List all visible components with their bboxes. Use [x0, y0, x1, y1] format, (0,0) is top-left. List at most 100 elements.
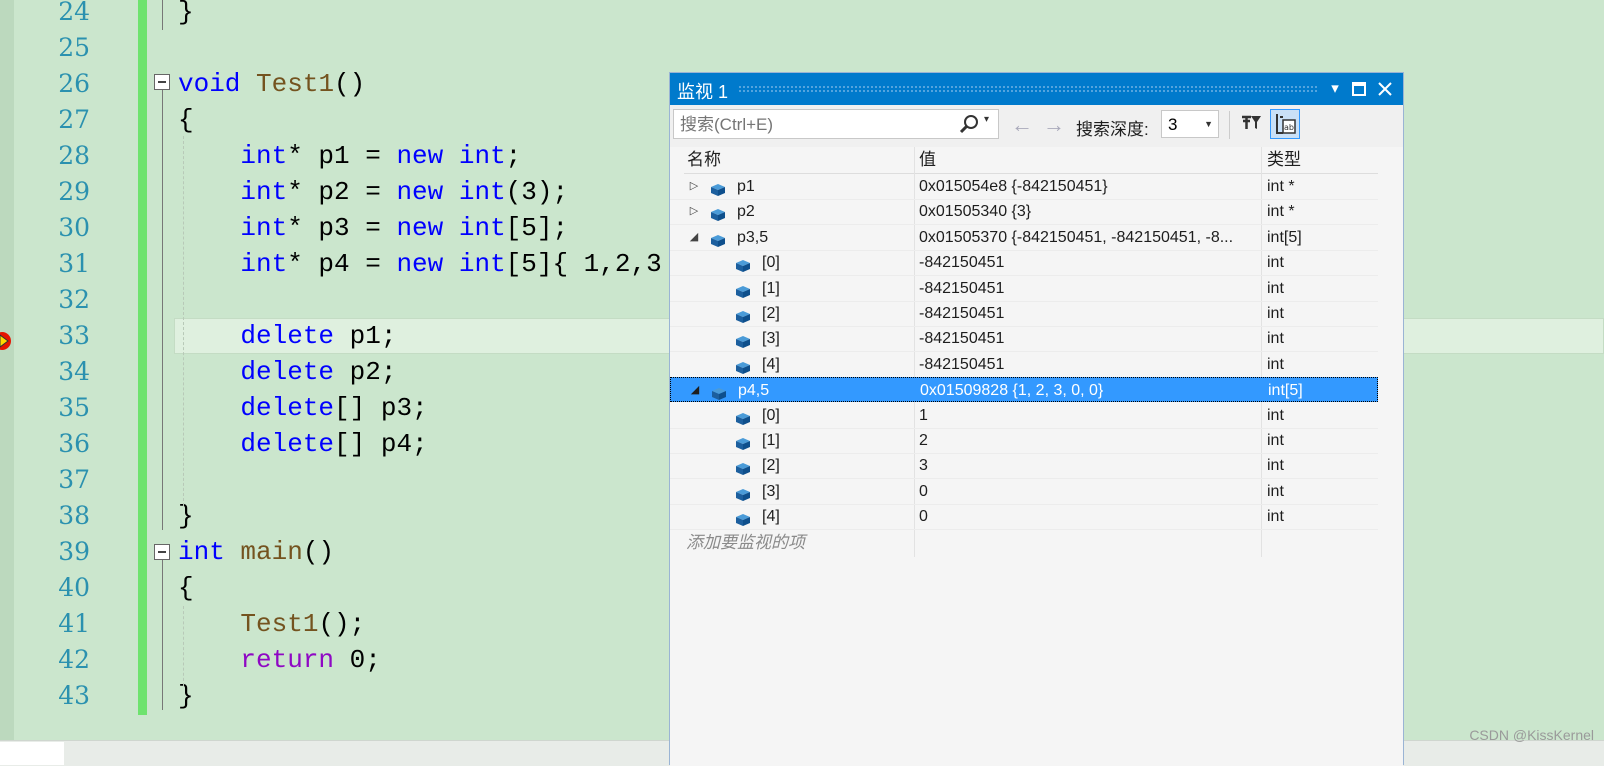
- watch-row[interactable]: [2] -842150451 int: [670, 301, 1378, 327]
- code-token: int: [178, 141, 288, 171]
- line-number: 42: [58, 645, 90, 674]
- view-as-text-icon[interactable]: ab: [1270, 109, 1300, 139]
- code-text: int* p1 = new int;: [178, 138, 521, 174]
- search-box[interactable]: ▾: [673, 109, 999, 139]
- watch-row[interactable]: ▷ p1 0x015054e8 {-842150451} int *: [670, 174, 1378, 200]
- watch-type: int *: [1267, 203, 1295, 221]
- collapse-test1-icon[interactable]: [154, 74, 170, 90]
- line-number: 34: [58, 357, 90, 386]
- watch-name[interactable]: [4]: [762, 504, 780, 529]
- watch-row[interactable]: ◢ p4,5 0x01509828 {1, 2, 3, 0, 0} int[5]: [670, 377, 1378, 403]
- watch-value[interactable]: 0: [919, 504, 1259, 529]
- watch-row[interactable]: [4] 0 int: [670, 504, 1378, 531]
- line-number: 30: [58, 213, 90, 242]
- code-token: int: [458, 213, 506, 243]
- watch-value[interactable]: 3: [919, 453, 1259, 478]
- watch-value[interactable]: 0x015054e8 {-842150451}: [919, 174, 1259, 199]
- watch-name[interactable]: p4,5: [738, 378, 769, 403]
- watch-row[interactable]: [1] -842150451 int: [670, 276, 1378, 302]
- search-input[interactable]: [678, 113, 952, 137]
- search-next-icon[interactable]: →: [1043, 112, 1065, 138]
- code-line[interactable]: 25: [0, 30, 1604, 66]
- watch-name[interactable]: [4]: [762, 352, 780, 377]
- pin-filter-icon[interactable]: [1236, 109, 1266, 139]
- watch-row[interactable]: [3] 0 int: [670, 479, 1378, 505]
- code-token: new: [396, 141, 444, 171]
- watch-value[interactable]: -842150451: [919, 326, 1259, 351]
- watch-value[interactable]: 0x01505370 {-842150451, -842150451, -8..…: [919, 225, 1259, 250]
- watch-value[interactable]: -842150451: [919, 250, 1259, 275]
- watch-row[interactable]: [4] -842150451 int: [670, 352, 1378, 378]
- watch-name[interactable]: p2: [737, 199, 755, 224]
- fold-guide: [162, 560, 163, 710]
- column-header-name[interactable]: 名称: [687, 147, 721, 173]
- watch-type: int: [1267, 254, 1284, 272]
- watch-value[interactable]: -842150451: [919, 301, 1259, 326]
- watch-value[interactable]: -842150451: [919, 276, 1259, 301]
- watch-toolbar: ▾ ← → 搜索深度: 3 ▼ ab: [670, 105, 1403, 147]
- search-depth-select[interactable]: 3 ▼: [1161, 110, 1219, 138]
- variable-icon: [735, 332, 751, 349]
- watch-row[interactable]: [3] -842150451 int: [670, 326, 1378, 353]
- code-text: int* p4 = new int[5]{ 1,2,3 };: [178, 246, 708, 282]
- watch-row[interactable]: [1] 2 int: [670, 428, 1378, 454]
- drag-grip[interactable]: [738, 85, 1318, 93]
- watch-name[interactable]: [1]: [762, 428, 780, 453]
- watch-value[interactable]: 1: [919, 403, 1259, 428]
- column-header-value[interactable]: 值: [919, 147, 936, 173]
- watch-name[interactable]: [3]: [762, 326, 780, 351]
- watch-name[interactable]: [0]: [762, 250, 780, 275]
- watch-window[interactable]: 监视 1 ▾ ▾ ← → 搜索深度: 3 ▼: [669, 72, 1404, 766]
- line-number: 26: [58, 69, 90, 98]
- code-token: int: [178, 249, 288, 279]
- code-token: [] p4;: [334, 429, 428, 459]
- add-watch-item[interactable]: 添加要监视的项: [686, 530, 805, 555]
- watch-row[interactable]: ◢ p3,5 0x01505370 {-842150451, -842150451,…: [670, 225, 1378, 251]
- watch-value[interactable]: 2: [919, 428, 1259, 453]
- watch-row[interactable]: ▷ p2 0x01505340 {3} int *: [670, 199, 1378, 226]
- code-text: delete[] p4;: [178, 426, 428, 462]
- watch-name[interactable]: [2]: [762, 301, 780, 326]
- expand-arrow-icon[interactable]: ▷: [688, 199, 700, 224]
- watch-name[interactable]: p1: [737, 174, 755, 199]
- collapse-arrow-icon[interactable]: ◢: [688, 225, 700, 250]
- watch-name[interactable]: [3]: [762, 479, 780, 504]
- collapse-arrow-icon[interactable]: ◢: [689, 378, 701, 403]
- watch-type: int[5]: [1267, 228, 1302, 246]
- watch-value[interactable]: 0x01509828 {1, 2, 3, 0, 0}: [920, 378, 1260, 403]
- watch-row[interactable]: [0] -842150451 int: [670, 250, 1378, 277]
- code-text: delete p1;: [178, 318, 396, 354]
- svg-text:ab: ab: [1284, 123, 1294, 132]
- bottom-tab[interactable]: [0, 742, 64, 765]
- watch-grid[interactable]: 名称 值 类型 ▷ p1 0x015054e8 {-842150451} int * ▷…: [670, 147, 1403, 766]
- close-icon[interactable]: [1373, 77, 1397, 101]
- expand-arrow-icon[interactable]: ▷: [688, 174, 700, 199]
- code-line[interactable]: 24}: [0, 0, 1604, 30]
- watch-value[interactable]: 0x01505340 {3}: [919, 199, 1259, 224]
- watch-value[interactable]: 0: [919, 479, 1259, 504]
- code-token: int: [178, 213, 288, 243]
- watch-titlebar[interactable]: 监视 1 ▾: [670, 73, 1403, 105]
- watch-name[interactable]: [0]: [762, 403, 780, 428]
- code-token: new: [396, 249, 444, 279]
- window-position-dropdown-icon[interactable]: ▾: [1323, 77, 1347, 101]
- column-header-type[interactable]: 类型: [1267, 147, 1301, 173]
- search-options-dropdown-icon[interactable]: ▾: [984, 114, 989, 125]
- watch-name[interactable]: [1]: [762, 276, 780, 301]
- maximize-icon[interactable]: [1347, 77, 1371, 101]
- watch-row[interactable]: [0] 1 int: [670, 403, 1378, 429]
- search-icon[interactable]: [958, 114, 980, 136]
- watermark: CSDN @KissKernel: [1469, 727, 1594, 743]
- watch-type: int: [1267, 482, 1284, 500]
- collapse-main-icon[interactable]: [154, 544, 170, 560]
- watch-value[interactable]: -842150451: [919, 352, 1259, 377]
- line-number: 31: [58, 249, 90, 278]
- variable-icon: [735, 485, 751, 501]
- watch-name[interactable]: [2]: [762, 453, 780, 478]
- code-token: (3);: [505, 177, 569, 207]
- search-previous-icon[interactable]: ←: [1011, 112, 1033, 138]
- watch-name[interactable]: p3,5: [737, 225, 768, 250]
- variable-icon: [710, 180, 726, 196]
- watch-row[interactable]: [2] 3 int: [670, 453, 1378, 480]
